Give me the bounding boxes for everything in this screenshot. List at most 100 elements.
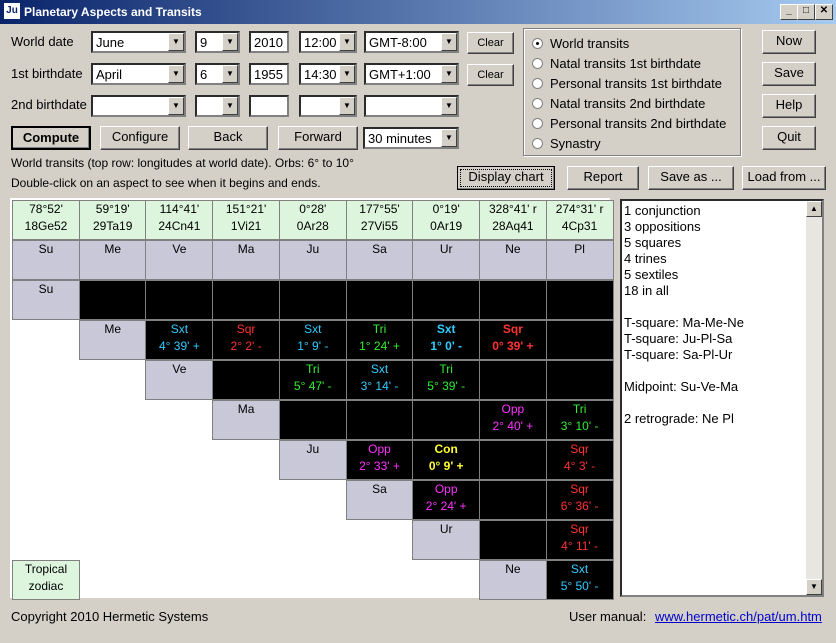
display-chart-button[interactable]: Display chart	[457, 166, 555, 190]
scroll-down-icon[interactable]: ▼	[806, 579, 822, 595]
summary-line: 5 squares	[624, 235, 682, 250]
forward-button[interactable]: Forward	[278, 126, 358, 150]
clear-birth1-button[interactable]: Clear	[467, 64, 514, 86]
birth2-zone-select[interactable]: ▼	[364, 95, 459, 117]
radio-icon[interactable]	[532, 38, 543, 49]
aspect-cell[interactable]	[345, 400, 414, 440]
aspect-cell[interactable]	[412, 280, 481, 320]
save-as-button[interactable]: Save as ...	[648, 166, 734, 190]
aspect-cell[interactable]	[278, 400, 347, 440]
scroll-up-icon[interactable]: ▲	[806, 201, 822, 217]
quit-button[interactable]: Quit	[762, 126, 816, 150]
interval-select[interactable]: 30 minutes ▼	[363, 127, 459, 149]
aspect-cell[interactable]: Sqr 4° 3' -	[545, 440, 614, 480]
aspect-name: Tri	[439, 362, 453, 376]
compute-button[interactable]: Compute	[11, 126, 91, 150]
aspect-cell[interactable]	[212, 280, 281, 320]
aspect-cell[interactable]: Tri 5° 47' -	[278, 360, 347, 400]
birth2-year-input[interactable]	[249, 95, 289, 117]
birth1-zone-select[interactable]: GMT+1:00 ▼	[364, 63, 459, 85]
longitude-sign: 29Ta19	[93, 219, 133, 233]
aspect-cell[interactable]: Sqr 2° 2' -	[212, 320, 281, 360]
aspect-cell[interactable]	[545, 360, 614, 400]
save-button[interactable]: Save	[762, 62, 816, 86]
world-month-select[interactable]: June ▼	[91, 31, 186, 53]
aspect-cell[interactable]	[412, 400, 481, 440]
longitude-cell: 114°41' 24Cn41	[145, 200, 214, 240]
world-time-select[interactable]: 12:00 ▼	[299, 31, 357, 53]
back-button[interactable]: Back	[188, 126, 268, 150]
summary-panel[interactable]: 1 conjunction 3 oppositions 5 squares 4 tri…	[620, 199, 824, 597]
configure-button[interactable]: Configure	[100, 126, 180, 150]
aspect-cell[interactable]	[145, 280, 214, 320]
aspect-cell[interactable]	[545, 320, 614, 360]
aspect-cell[interactable]: Opp 2° 33' +	[345, 440, 414, 480]
longitude-deg: 177°55'	[359, 202, 400, 216]
aspect-cell[interactable]: Tri 5° 39' -	[412, 360, 481, 400]
help-button[interactable]: Help	[762, 94, 816, 118]
longitude-deg: 328°41' r	[488, 202, 537, 216]
planet-header: Ma	[212, 240, 281, 280]
window-title: Planetary Aspects and Transits	[24, 5, 202, 19]
aspect-cell[interactable]: Sxt 1° 9' -	[278, 320, 347, 360]
aspect-cell[interactable]	[478, 520, 547, 560]
radio-icon[interactable]	[532, 78, 543, 89]
minimize-icon[interactable]: _	[780, 4, 798, 20]
aspect-cell[interactable]	[78, 280, 147, 320]
radio-icon[interactable]	[532, 98, 543, 109]
birth1-time-select[interactable]: 14:30 ▼	[299, 63, 357, 85]
radio-icon[interactable]	[532, 118, 543, 129]
aspect-cell[interactable]	[545, 280, 614, 320]
clear-world-button[interactable]: Clear	[467, 32, 514, 54]
longitude-cell: 0°19' 0Ar19	[412, 200, 481, 240]
maximize-icon[interactable]: □	[797, 4, 815, 20]
longitude-cell: 274°31' r 4Cp31	[545, 200, 614, 240]
aspect-cell[interactable]: Sqr 6° 36' -	[545, 480, 614, 520]
aspect-cell[interactable]: Opp 2° 40' +	[478, 400, 547, 440]
birth2-time-select[interactable]: ▼	[299, 95, 357, 117]
aspect-cell[interactable]	[212, 360, 281, 400]
birth1-month-select[interactable]: April ▼	[91, 63, 186, 85]
aspect-cell[interactable]	[278, 280, 347, 320]
aspect-cell[interactable]	[345, 280, 414, 320]
aspect-cell[interactable]: Sxt 4° 39' +	[145, 320, 214, 360]
birth1-day-select[interactable]: 6 ▼	[195, 63, 240, 85]
planet-row-header: Ju	[278, 440, 347, 480]
world-year-input[interactable]: 2010	[249, 31, 289, 53]
aspect-cell[interactable]: Sxt 5° 50' -	[545, 560, 614, 600]
planet-header: Ve	[145, 240, 214, 280]
load-from-button[interactable]: Load from ...	[742, 166, 826, 190]
scrollbar[interactable]: ▲ ▼	[806, 201, 822, 595]
report-button[interactable]: Report	[567, 166, 639, 190]
chevron-down-icon: ▼	[168, 65, 184, 83]
aspect-cell[interactable]: Tri 3° 10' -	[545, 400, 614, 440]
chevron-down-icon: ▼	[222, 65, 238, 83]
aspect-cell[interactable]: Opp 2° 24' +	[412, 480, 481, 520]
aspect-cell[interactable]: Tri 1° 24' +	[345, 320, 414, 360]
title-bar: Ju Planetary Aspects and Transits _ □ ✕	[0, 0, 836, 24]
aspect-cell[interactable]: Sxt 3° 14' -	[345, 360, 414, 400]
birth1-year-input[interactable]: 1955	[249, 63, 289, 85]
aspect-cell[interactable]: Sxt 1° 0' -	[412, 320, 481, 360]
world-day-select[interactable]: 9 ▼	[195, 31, 240, 53]
mode-radio-label: World transits	[550, 36, 630, 51]
now-button[interactable]: Now	[762, 30, 816, 54]
aspect-cell[interactable]	[478, 480, 547, 520]
radio-icon[interactable]	[532, 58, 543, 69]
aspect-cell[interactable]	[478, 440, 547, 480]
chevron-down-icon: ▼	[441, 65, 457, 83]
aspect-cell[interactable]: Sqr 4° 11' -	[545, 520, 614, 560]
aspect-cell[interactable]	[478, 360, 547, 400]
aspect-cell[interactable]: Sqr 0° 39' +	[478, 320, 547, 360]
aspect-orb: 3° 10' -	[560, 419, 599, 433]
aspect-cell[interactable]	[478, 280, 547, 320]
longitude-sign: 4Cp31	[561, 219, 598, 233]
birth2-month-select[interactable]: ▼	[91, 95, 186, 117]
manual-link[interactable]: www.hermetic.ch/pat/um.htm	[655, 609, 822, 624]
planet-header: Ne	[478, 240, 547, 280]
radio-icon[interactable]	[532, 138, 543, 149]
close-icon[interactable]: ✕	[815, 4, 833, 20]
aspect-cell[interactable]: Con 0° 9' +	[412, 440, 481, 480]
world-zone-select[interactable]: GMT-8:00 ▼	[364, 31, 459, 53]
birth2-day-select[interactable]: ▼	[195, 95, 240, 117]
